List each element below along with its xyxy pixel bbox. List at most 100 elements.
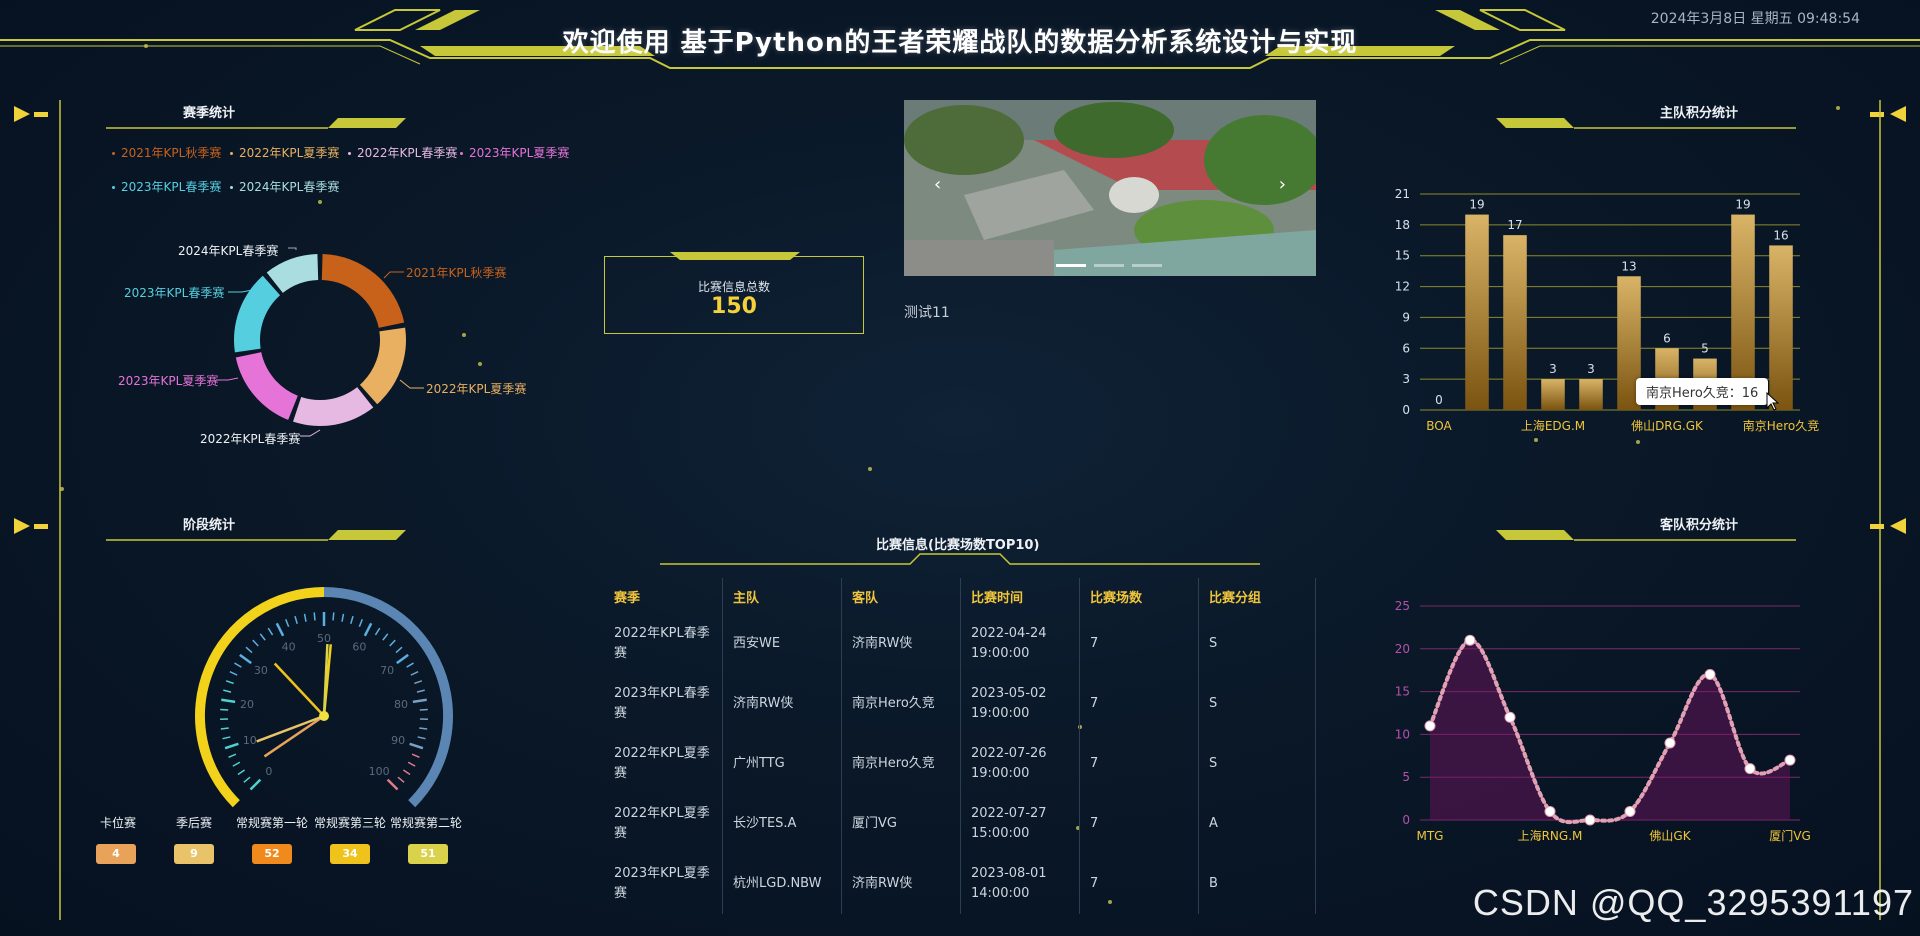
total-label: 比赛信息总数 [697, 280, 770, 294]
y-tick-label: 15 [1395, 249, 1410, 263]
bar[interactable] [1541, 379, 1565, 410]
y-tick-label: 25 [1395, 599, 1410, 613]
gauge-tick [396, 653, 409, 665]
data-point[interactable] [1584, 814, 1596, 826]
bar[interactable] [1579, 379, 1603, 410]
table-cell: 2022-07-26 19:00:00 [960, 734, 1080, 794]
gauge-tick-label: 30 [254, 664, 268, 677]
gauge-tick [363, 622, 373, 637]
header-home[interactable]: 主队 [722, 578, 842, 614]
bar[interactable] [1465, 214, 1489, 410]
gauge-tick [303, 613, 307, 622]
data-point[interactable] [1624, 805, 1636, 817]
table-row[interactable]: 2022年KPL春季赛 西安WE 济南RW侠 2022-04-24 19:00:00 7… [604, 614, 1316, 674]
gauge-tick-label: 60 [352, 641, 366, 654]
stage-label: 卡位赛 [100, 816, 137, 830]
bar-data-label: 6 [1663, 331, 1671, 345]
table-cell: 2022-04-24 19:00:00 [960, 614, 1080, 674]
gauge-tick [382, 633, 389, 641]
gauge-tick [224, 742, 239, 750]
y-tick-label: 6 [1402, 341, 1410, 355]
carousel-indicator-2[interactable] [1094, 264, 1124, 267]
carousel-prev-icon[interactable]: ‹ [934, 174, 941, 195]
gauge-tick [275, 622, 285, 637]
bar[interactable] [1769, 245, 1793, 410]
header-time[interactable]: 比赛时间 [960, 578, 1080, 614]
data-point[interactable] [1704, 668, 1716, 680]
table-row[interactable]: 2023年KPL春季赛 济南RW侠 南京Hero久竞 2023-05-02 19:00… [604, 674, 1316, 734]
data-point[interactable] [1504, 711, 1516, 723]
bar-data-label: 19 [1469, 198, 1484, 212]
gauge-tick [252, 639, 259, 647]
gauge-tick [237, 769, 246, 776]
total-box: 比赛信息总数 150 [604, 256, 864, 334]
stage-value-badge: 9 [174, 844, 214, 864]
table-row[interactable]: 2022年KPL夏季赛 长沙TES.A 厦门VG 2022-07-27 15:00:0… [604, 794, 1316, 854]
stage-label: 常规赛第二轮 [390, 816, 463, 830]
y-tick-label: 0 [1402, 403, 1410, 417]
bar-data-label: 17 [1507, 218, 1522, 232]
bar[interactable] [1503, 235, 1527, 410]
carousel-indicator-3[interactable] [1132, 264, 1162, 267]
table-cell: 7 [1079, 734, 1199, 794]
table-cell: S [1198, 734, 1316, 794]
stage-value-badge: 34 [330, 844, 370, 864]
header-season[interactable]: 赛季 [604, 578, 723, 614]
gauge-tick [350, 615, 354, 625]
stage-label: 常规赛第三轮 [314, 816, 387, 830]
header-away[interactable]: 客队 [841, 578, 961, 614]
header-group[interactable]: 比赛分组 [1198, 578, 1316, 614]
gauge-tick [389, 639, 396, 647]
gauge-tick-label: 90 [391, 734, 405, 747]
x-tick-label: 上海RNG.M [1518, 828, 1583, 843]
y-tick-label: 5 [1402, 770, 1410, 784]
donut-label: 2021年KPL秋季赛 [406, 266, 507, 280]
stage-title-underline [106, 530, 406, 541]
gauge-tick [407, 761, 416, 767]
table-cell: 2022-07-27 15:00:00 [960, 794, 1080, 854]
table-cell: 南京Hero久竞 [841, 734, 961, 794]
x-tick-label: 上海EDG.M [1521, 418, 1585, 433]
x-tick-label: 南京Hero久竞 [1743, 418, 1819, 433]
data-point[interactable] [1544, 805, 1556, 817]
gauge-tick [332, 612, 335, 621]
data-point[interactable] [1424, 720, 1436, 732]
gauge-tick [374, 627, 381, 636]
carousel-next-icon[interactable]: › [1279, 174, 1286, 195]
carousel-indicator-1[interactable] [1056, 264, 1086, 267]
y-tick-label: 12 [1395, 280, 1410, 294]
donut-leader-lines [216, 247, 424, 437]
gauge-needle [322, 644, 329, 717]
header-count[interactable]: 比赛场数 [1079, 578, 1199, 614]
data-point[interactable] [1464, 634, 1476, 646]
image-carousel[interactable]: ‹ › [904, 100, 1316, 276]
gauge-tick-label: 70 [380, 664, 394, 677]
away-line-chart: 0 5 10 15 20 25 MTG 上海RNG.M 佛山GK 厦门VG [1395, 599, 1811, 843]
table-cell: 7 [1079, 854, 1199, 914]
data-point[interactable] [1784, 754, 1796, 766]
gauge-tick [239, 653, 252, 665]
datetime: 2024年3月8日 星期五 09:48:54 [1650, 11, 1860, 27]
table-row[interactable]: 2022年KPL夏季赛 广州TTG 南京Hero久竞 2022-07-26 19:00… [604, 734, 1316, 794]
stage-value-badge: 52 [252, 844, 292, 864]
y-tick-label: 9 [1402, 310, 1410, 324]
y-tick-label: 3 [1402, 372, 1410, 386]
total-value: 150 [711, 294, 757, 319]
table-cell: 厦门VG [841, 794, 961, 854]
gauge-tick [395, 646, 403, 654]
stage-value-badge: 4 [96, 844, 136, 864]
table-cell: 7 [1079, 674, 1199, 734]
gauge-tick [232, 761, 241, 767]
carousel-caption: 测试11 [904, 305, 950, 321]
x-tick-label: 佛山GK [1649, 829, 1691, 843]
data-point[interactable] [1744, 763, 1756, 775]
y-tick-label: 18 [1395, 218, 1410, 232]
table-cell: 济南RW侠 [841, 854, 961, 914]
bar-data-label: 3 [1587, 362, 1595, 376]
x-tick-label: MTG [1417, 829, 1444, 843]
table-row[interactable]: 2023年KPL夏季赛 杭州LGD.NBW 济南RW侠 2023-08-01 14:0… [604, 854, 1316, 914]
gauge-needle [273, 662, 325, 717]
y-tick-label: 21 [1395, 187, 1410, 201]
gauge-tick [267, 627, 274, 636]
data-point[interactable] [1664, 737, 1676, 749]
